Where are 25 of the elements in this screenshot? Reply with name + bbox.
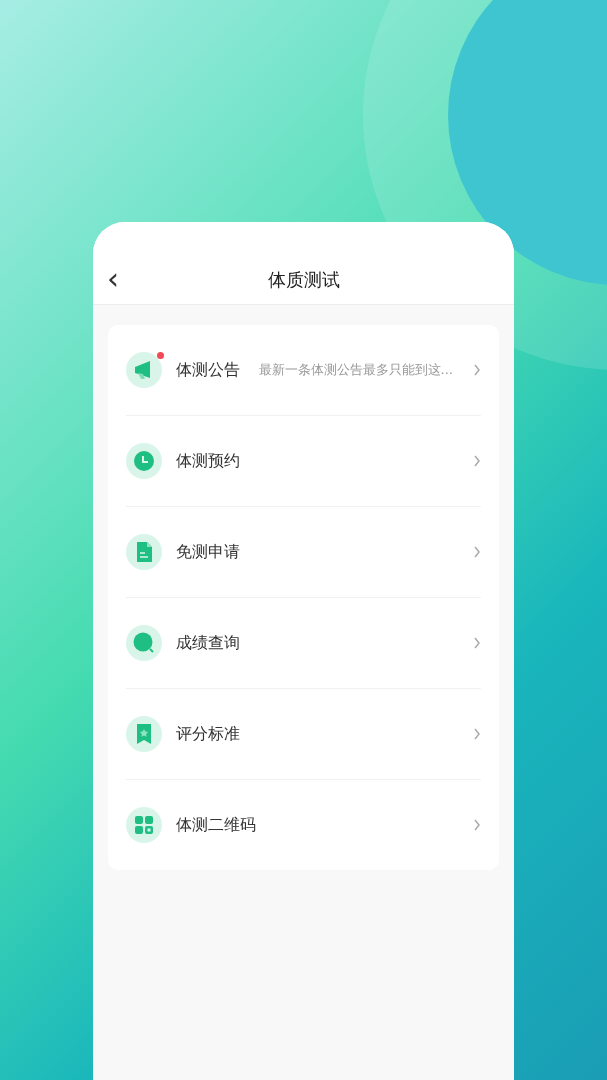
menu-label: 免测申请: [176, 541, 240, 563]
menu-item[interactable]: 成绩查询: [126, 597, 481, 688]
clock-icon: [126, 443, 162, 479]
chevron-icon: [473, 728, 481, 740]
bookmark-icon: [126, 716, 162, 752]
menu-label: 体测预约: [176, 450, 240, 472]
chevron-icon: [473, 364, 481, 376]
menu-item[interactable]: 体测二维码: [126, 779, 481, 870]
chevron-icon: [473, 546, 481, 558]
chevron-icon: [473, 637, 481, 649]
back-button[interactable]: ‹: [103, 264, 123, 294]
menu-label: 评分标准: [176, 723, 240, 745]
menu-item[interactable]: 免测申请: [126, 506, 481, 597]
menu-item[interactable]: 评分标准: [126, 688, 481, 779]
document-icon: [126, 534, 162, 570]
menu-label: 成绩查询: [176, 632, 240, 654]
chevron-icon: [473, 819, 481, 831]
search-icon: [126, 625, 162, 661]
megaphone-icon: [126, 352, 162, 388]
grid-icon: [126, 807, 162, 843]
page-title: 体质测试: [267, 268, 340, 292]
menu-label: 体测二维码: [176, 814, 256, 836]
menu-item[interactable]: 体测预约: [126, 415, 481, 506]
menu-label: 体测公告: [176, 359, 240, 381]
chevron-icon: [473, 455, 481, 467]
